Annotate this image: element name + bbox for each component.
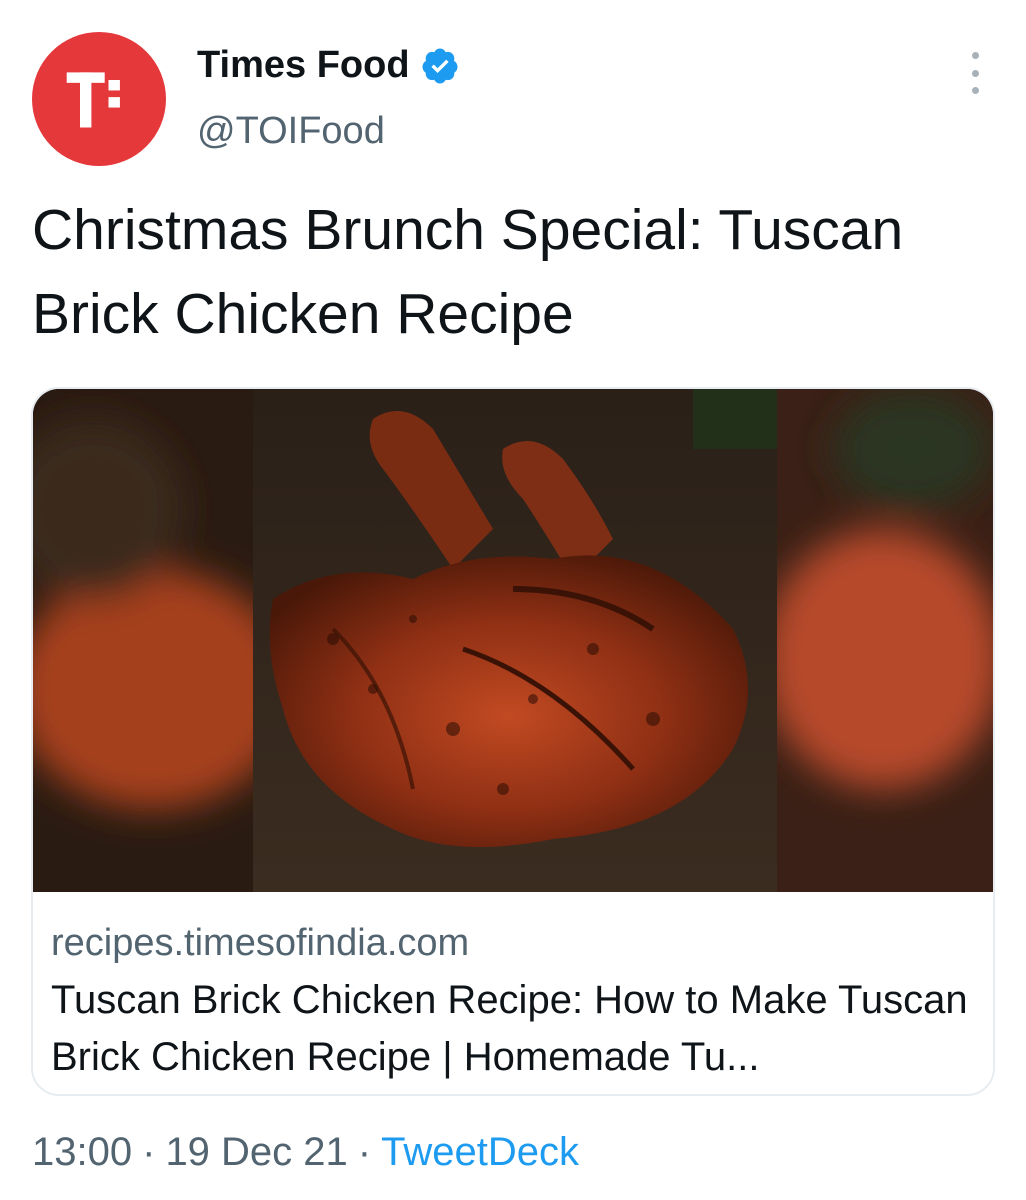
card-image[interactable]: [33, 389, 993, 892]
tweet-text: Christmas Brunch Special: Tuscan Brick C…: [32, 198, 904, 346]
tweet-footer: 13:00 · 19 Dec 21 · TweetDeck: [32, 1130, 579, 1175]
more-dot: [971, 69, 979, 77]
more-dot: [971, 87, 979, 94]
chicken-photo: [33, 389, 993, 892]
more-dot: [971, 52, 979, 59]
author-name-text: Times Food: [197, 44, 410, 86]
card-domain: recipes.timesofindia.com: [51, 922, 470, 964]
author-name[interactable]: Times Food: [197, 44, 460, 87]
tweet-source-link[interactable]: TweetDeck: [381, 1130, 579, 1174]
tweet-date[interactable]: 19 Dec 21: [165, 1130, 347, 1174]
times-food-logo-icon: [66, 72, 120, 128]
more-options-icon[interactable]: [958, 52, 992, 94]
author-handle[interactable]: @TOIFood: [197, 110, 385, 153]
tweet: Times Food @TOIFood Christmas Brunch Spe…: [0, 0, 1026, 1200]
card-meta: recipes.timesofindia.com Tuscan Brick Ch…: [33, 892, 993, 1094]
card-title: Tuscan Brick Chicken Recipe: How to Make…: [51, 978, 968, 1079]
verified-badge-icon: [422, 48, 458, 83]
link-card[interactable]: recipes.timesofindia.com Tuscan Brick Ch…: [31, 387, 995, 1096]
footer-separator: ·: [142, 1130, 156, 1174]
avatar[interactable]: [32, 32, 166, 166]
tweet-time[interactable]: 13:00: [32, 1130, 132, 1174]
footer-separator: ·: [357, 1130, 372, 1174]
